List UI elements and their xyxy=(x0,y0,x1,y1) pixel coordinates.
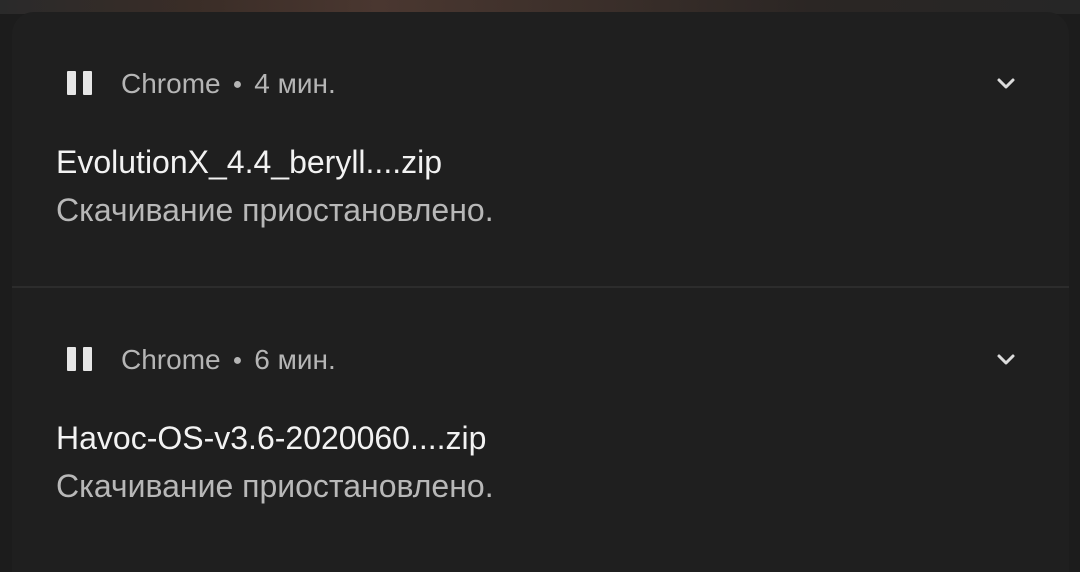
download-status: Скачивание приостановлено. xyxy=(56,468,494,504)
download-status: Скачивание приостановлено. xyxy=(56,192,494,228)
pause-bar xyxy=(83,347,92,371)
pause-bar xyxy=(83,71,92,95)
pause-icon[interactable] xyxy=(67,347,93,371)
file-name: EvolutionX_4.4_beryll....zip xyxy=(56,144,442,180)
pause-bar xyxy=(67,347,76,371)
notification-meta: Chrome ● 6 мин. xyxy=(121,340,336,380)
app-name: Chrome xyxy=(121,68,221,99)
app-name: Chrome xyxy=(121,344,221,375)
notification-panel: Chrome ● 4 мин. EvolutionX_4.4_beryll....z… xyxy=(12,12,1069,572)
download-notification[interactable]: Chrome ● 6 мин. Havoc-OS-v3.6-2020060....z… xyxy=(12,288,1069,562)
chevron-down-icon xyxy=(997,354,1015,365)
pause-icon[interactable] xyxy=(67,71,93,95)
notification-header: Chrome ● 4 мин. xyxy=(12,64,1069,104)
notification-header: Chrome ● 6 мин. xyxy=(12,340,1069,380)
notification-meta: Chrome ● 4 мин. xyxy=(121,64,336,104)
pause-bar xyxy=(67,71,76,95)
chevron-down-icon xyxy=(997,78,1015,89)
expand-button[interactable] xyxy=(990,344,1022,376)
file-name: Havoc-OS-v3.6-2020060....zip xyxy=(56,420,487,456)
notification-time: 4 мин. xyxy=(254,68,336,99)
expand-button[interactable] xyxy=(990,68,1022,100)
separator-dot: ● xyxy=(232,352,243,369)
separator-dot: ● xyxy=(232,76,243,93)
notification-time: 6 мин. xyxy=(254,344,336,375)
download-notification[interactable]: Chrome ● 4 мин. EvolutionX_4.4_beryll....z… xyxy=(12,12,1069,286)
